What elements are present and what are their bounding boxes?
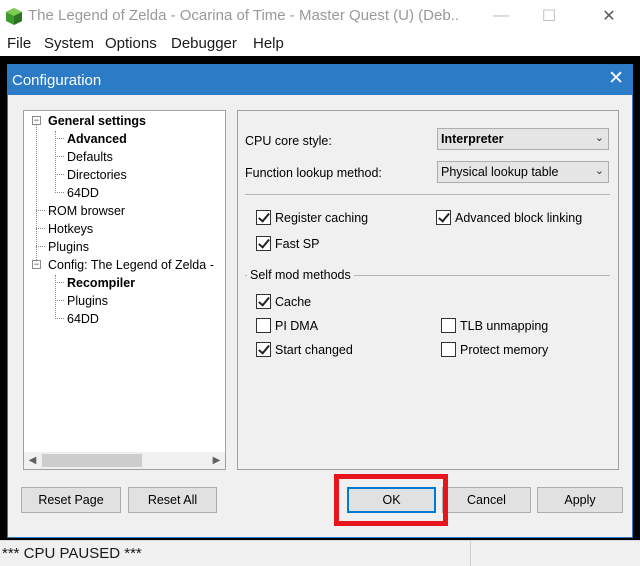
fast-sp-checkbox[interactable]: Fast SP xyxy=(256,236,319,251)
settings-tree: − General settings Advanced Defaults Dir… xyxy=(23,110,226,470)
cpu-core-style-select[interactable]: Interpreter ⌄ xyxy=(437,128,609,150)
checkbox-box[interactable] xyxy=(256,236,271,251)
register-caching-label: Register caching xyxy=(275,210,369,225)
reset-page-button[interactable]: Reset Page xyxy=(21,487,121,513)
scroll-right-icon[interactable]: ▶ xyxy=(208,453,225,468)
tree-line xyxy=(55,282,64,283)
cancel-button[interactable]: Cancel xyxy=(442,487,531,513)
maximize-button[interactable]: ☐ xyxy=(526,0,572,32)
register-caching-checkbox[interactable]: Register caching xyxy=(256,210,368,225)
close-window-button[interactable]: ✕ xyxy=(586,0,632,32)
tlb-unmapping-label: TLB unmapping xyxy=(460,318,549,333)
menu-file[interactable]: File xyxy=(7,35,31,52)
reset-all-button[interactable]: Reset All xyxy=(128,487,217,513)
recompiler-settings-panel: CPU core style: Interpreter ⌄ Function l… xyxy=(237,110,619,470)
tree-item-plugins[interactable]: Plugins xyxy=(48,239,89,255)
tree-item-game-64dd[interactable]: 64DD xyxy=(67,311,99,327)
tree-line xyxy=(36,246,45,247)
chevron-down-icon: ⌄ xyxy=(594,165,604,177)
checkbox-box[interactable] xyxy=(256,294,271,309)
tree-item-rom-browser[interactable]: ROM browser xyxy=(48,203,125,219)
tree-item-hotkeys[interactable]: Hotkeys xyxy=(48,221,93,237)
menu-options[interactable]: Options xyxy=(105,35,157,52)
status-text: *** CPU PAUSED *** xyxy=(2,545,142,562)
dialog-titlebar[interactable]: Configuration ✕ xyxy=(8,65,632,95)
tree-item-game-plugins[interactable]: Plugins xyxy=(67,293,108,309)
tree-line xyxy=(55,131,56,193)
advanced-block-linking-checkbox[interactable]: Advanced block linking xyxy=(436,210,582,225)
apply-button[interactable]: Apply xyxy=(537,487,623,513)
menu-bar: File System Options Debugger Help xyxy=(0,32,640,56)
protect-memory-checkbox[interactable]: Protect memory xyxy=(441,342,548,357)
window-title: The Legend of Zelda - Ocarina of Time - … xyxy=(28,7,460,24)
tree-item-config-game[interactable]: Config: The Legend of Zelda - xyxy=(48,257,214,273)
tree-line xyxy=(55,156,64,157)
tree-item-defaults[interactable]: Defaults xyxy=(67,149,113,165)
function-lookup-value: Physical lookup table xyxy=(441,165,559,179)
checkbox-box[interactable] xyxy=(441,342,456,357)
advanced-block-linking-label: Advanced block linking xyxy=(455,210,583,225)
cache-checkbox[interactable]: Cache xyxy=(256,294,311,309)
tree-item-advanced[interactable]: Advanced xyxy=(67,131,127,147)
menu-help[interactable]: Help xyxy=(253,35,284,52)
tree-horizontal-scrollbar[interactable]: ◀ ▶ xyxy=(24,452,225,469)
status-separator xyxy=(470,541,471,566)
tree-line xyxy=(55,138,64,139)
cpu-core-style-label: CPU core style: xyxy=(245,134,332,148)
tree-item-general-settings[interactable]: General settings xyxy=(48,113,146,129)
menu-system[interactable]: System xyxy=(44,35,94,52)
tree-line xyxy=(36,124,37,264)
checkbox-box[interactable] xyxy=(256,342,271,357)
function-lookup-select[interactable]: Physical lookup table ⌄ xyxy=(437,161,609,183)
protect-memory-label: Protect memory xyxy=(460,342,549,357)
tree-line xyxy=(55,300,64,301)
start-changed-label: Start changed xyxy=(275,342,353,357)
pi-dma-label: PI DMA xyxy=(275,318,319,333)
scroll-thumb[interactable] xyxy=(42,454,142,467)
divider xyxy=(245,194,610,195)
scroll-left-icon[interactable]: ◀ xyxy=(24,453,41,468)
function-lookup-label: Function lookup method: xyxy=(245,166,382,180)
pi-dma-checkbox[interactable]: PI DMA xyxy=(256,318,318,333)
tlb-unmapping-checkbox[interactable]: TLB unmapping xyxy=(441,318,548,333)
tree-line xyxy=(36,228,45,229)
menu-debugger[interactable]: Debugger xyxy=(171,35,237,52)
tree-line xyxy=(36,210,45,211)
cache-label: Cache xyxy=(275,294,312,309)
tree-item-directories[interactable]: Directories xyxy=(67,167,127,183)
tree-item-64dd[interactable]: 64DD xyxy=(67,185,99,201)
checkbox-box[interactable] xyxy=(256,210,271,225)
status-bar: *** CPU PAUSED *** xyxy=(0,540,640,566)
fast-sp-label: Fast SP xyxy=(275,236,320,251)
checkbox-box[interactable] xyxy=(256,318,271,333)
ok-highlight-box xyxy=(334,474,448,526)
dialog-title: Configuration xyxy=(12,72,102,89)
chevron-down-icon: ⌄ xyxy=(594,132,604,144)
tree-line xyxy=(55,192,64,193)
cpu-core-style-value: Interpreter xyxy=(441,132,504,146)
minimize-button[interactable]: — xyxy=(478,0,524,32)
tree-item-recompiler[interactable]: Recompiler xyxy=(67,275,135,291)
project64-icon xyxy=(6,8,22,25)
window-titlebar[interactable]: The Legend of Zelda - Ocarina of Time - … xyxy=(0,0,640,32)
dialog-close-icon[interactable]: ✕ xyxy=(608,69,624,89)
checkbox-box[interactable] xyxy=(436,210,451,225)
tree-line xyxy=(55,174,64,175)
configuration-dialog: Configuration ✕ − General settings Advan… xyxy=(7,64,633,538)
self-mod-methods-title: Self mod methods xyxy=(247,268,354,282)
tree-line xyxy=(55,318,64,319)
checkbox-box[interactable] xyxy=(441,318,456,333)
collapse-config-icon[interactable]: − xyxy=(32,260,41,269)
collapse-general-icon[interactable]: − xyxy=(32,116,41,125)
start-changed-checkbox[interactable]: Start changed xyxy=(256,342,353,357)
